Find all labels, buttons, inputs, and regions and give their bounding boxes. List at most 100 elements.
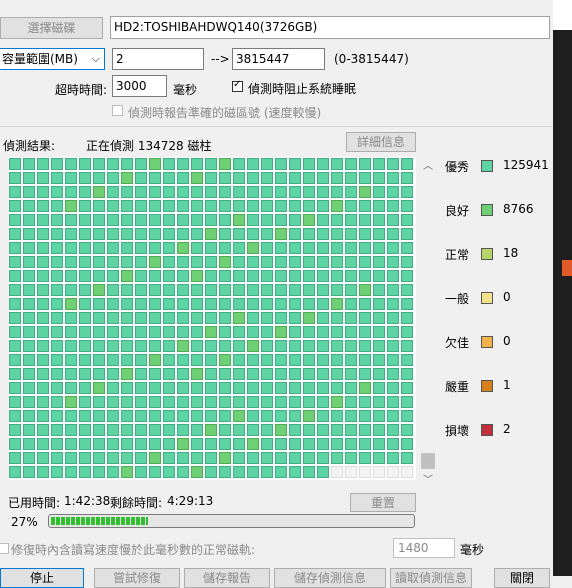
block-cell [317,214,329,226]
block-cell [149,242,161,254]
block-cell [373,452,385,464]
close-button[interactable]: 關閉 [494,568,550,588]
timeout-input[interactable]: 3000 [112,75,167,97]
block-cell [65,228,77,240]
block-cell [135,298,147,310]
block-cell [79,410,91,422]
reset-button[interactable]: 重置 [350,493,416,512]
block-cell [107,200,119,212]
block-cell [289,214,301,226]
block-cell [247,326,259,338]
block-cell [51,200,63,212]
remaining-label: 剩餘時間: [110,496,163,510]
block-cell [205,172,217,184]
prevent-sleep-checkbox[interactable]: ✓ [232,79,243,92]
select-disk-button[interactable]: 選擇磁碟 [0,17,103,39]
block-cell [219,438,231,450]
block-cell [387,354,399,366]
block-cell [9,228,21,240]
block-cell [233,396,245,408]
block-cell [51,354,63,366]
block-cell [317,158,329,170]
try-repair-button[interactable]: 嘗試修復 [94,568,180,588]
block-cell [233,158,245,170]
details-button[interactable]: 詳細信息 [346,132,416,152]
block-cell [121,256,133,268]
load-detection-button[interactable]: 讀取偵測信息 [390,568,472,588]
block-cell [177,340,189,352]
block-cell [191,354,203,366]
block-cell [331,438,343,450]
block-cell [303,410,315,422]
block-cell [149,214,161,226]
chevron-up-icon[interactable]: ︿ [423,157,433,172]
range-mode-select[interactable]: 容量範圍(MB) ⌵ [0,48,105,70]
block-cell [51,368,63,380]
report-sector-label: 偵測時報告準確的磁區號 (速度較慢) [128,106,322,120]
block-cell [289,270,301,282]
block-cell [135,270,147,282]
range-start-input[interactable]: 2 [112,48,204,70]
block-cell [317,354,329,366]
block-cell [121,438,133,450]
block-cell [345,284,357,296]
range-arrow: --> [211,52,230,66]
stop-button[interactable]: 停止 [0,568,84,588]
block-cell [65,158,77,170]
chevron-down-icon[interactable]: ﹀ [423,471,433,486]
block-cell [289,242,301,254]
block-cell [317,172,329,184]
block-cell [317,270,329,282]
report-sector-checkbox[interactable] [112,105,123,116]
block-cell [387,396,399,408]
block-cell [233,368,245,380]
block-cell [275,396,287,408]
scroll-thumb[interactable] [421,453,435,469]
block-cell [345,270,357,282]
block-cell [345,452,357,464]
block-cell [261,410,273,422]
block-cell [93,424,105,436]
legend-label: 正常 [445,248,470,262]
range-end-input[interactable]: 3815447 [232,48,325,70]
block-cell [51,228,63,240]
block-cell [219,312,231,324]
block-cell [149,312,161,324]
save-detection-button[interactable]: 儲存偵測信息 [274,568,386,588]
block-cell [387,438,399,450]
save-report-button[interactable]: 儲存報告 [184,568,270,588]
block-cell [345,228,357,240]
repair-checkbox[interactable] [0,543,9,554]
block-map [8,157,416,480]
block-cell [289,340,301,352]
block-cell [331,424,343,436]
block-cell [373,242,385,254]
range-limits: (0-3815447) [334,52,409,66]
block-cell [51,466,63,478]
block-cell [65,172,77,184]
legend-swatch [481,248,493,260]
block-cell [65,466,77,478]
block-cell [191,228,203,240]
block-cell [247,172,259,184]
block-cell [79,200,91,212]
block-cell [37,340,49,352]
repair-ms-input[interactable]: 1480 [393,538,455,558]
block-cell [205,284,217,296]
block-cell [23,424,35,436]
block-cell [331,410,343,422]
block-cell [107,284,119,296]
block-cell [275,284,287,296]
block-cell [23,200,35,212]
block-cell [177,298,189,310]
block-cell [401,172,413,184]
block-cell [303,256,315,268]
block-cell [219,368,231,380]
block-cell [51,172,63,184]
legend-swatch [481,424,493,436]
grid-scrollbar[interactable]: ︿ ﹀ [420,157,436,487]
block-cell [177,382,189,394]
block-cell [317,326,329,338]
block-cell [163,172,175,184]
legend-label: 良好 [445,204,470,218]
